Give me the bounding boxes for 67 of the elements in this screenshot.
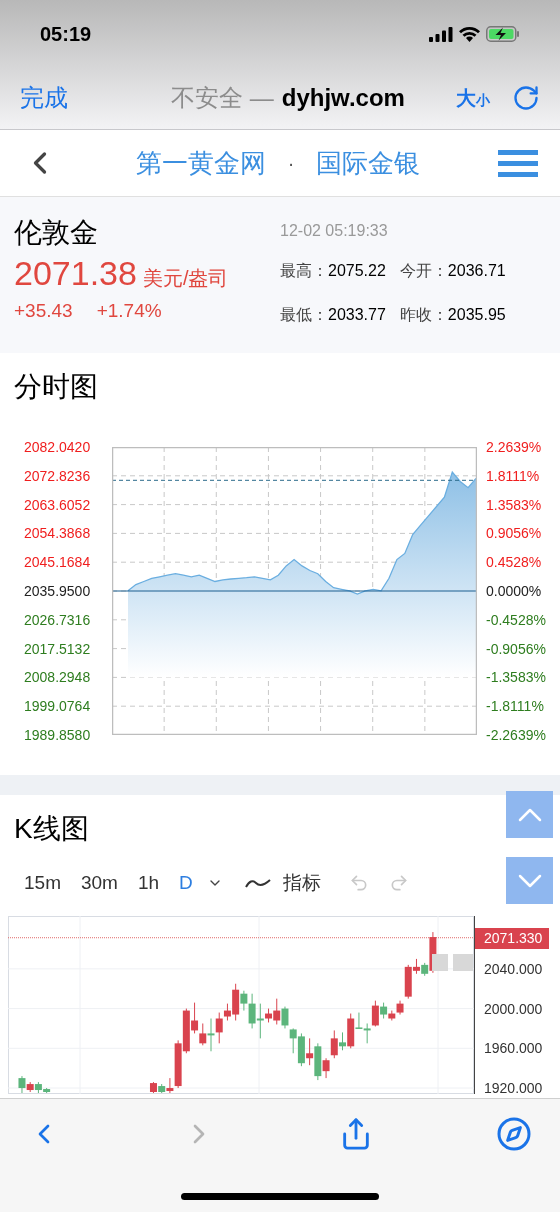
- stat-label: 最低：: [280, 305, 328, 325]
- price-text: 2071.38: [14, 253, 137, 293]
- interval-tab[interactable]: D: [179, 868, 193, 898]
- percent-axis-label: 0.0000%: [486, 582, 542, 600]
- reload-icon[interactable]: [512, 83, 540, 112]
- nav-separator: ·: [287, 151, 295, 176]
- price-axis-label: 2017.5132: [24, 639, 91, 658]
- status-time: 05:19: [40, 22, 92, 47]
- percent-axis-label: -0.9056%: [486, 639, 546, 658]
- percent-axis-label: -1.3583%: [486, 668, 546, 687]
- percent-axis-label: -1.8111%: [486, 697, 544, 716]
- menu-icon[interactable]: [498, 149, 538, 177]
- scroll-down-button[interactable]: [506, 857, 553, 904]
- wave-icon[interactable]: [244, 877, 271, 889]
- site-link[interactable]: 第一黄金网: [135, 143, 266, 183]
- done-button[interactable]: 完成: [20, 79, 130, 116]
- percent-axis-label: 0.9056%: [486, 524, 542, 543]
- percent-axis-label: 2.2639%: [486, 438, 542, 456]
- last-price-tag: 2071.330: [475, 928, 549, 949]
- section-title: K线图: [14, 812, 89, 846]
- section-title: 分时图: [14, 370, 98, 404]
- text-size-button[interactable]: 大小: [456, 82, 490, 113]
- section-link[interactable]: 国际金银: [316, 143, 421, 183]
- indicator-button[interactable]: 指标: [282, 868, 321, 898]
- price-axis-label: 1999.0764: [24, 697, 91, 716]
- interval-tab[interactable]: 1h: [137, 868, 160, 898]
- chart-handle-icon[interactable]: [432, 954, 448, 971]
- stat-label: 今开：: [399, 261, 448, 281]
- instrument-name: 伦敦金: [14, 216, 98, 250]
- stat-value: 2075.22: [328, 261, 386, 281]
- stat-label: 最高：: [280, 261, 328, 281]
- interval-tab[interactable]: 15m: [24, 868, 61, 898]
- scroll-up-button[interactable]: [506, 791, 553, 838]
- stat-label: 昨收：: [399, 305, 448, 325]
- price-axis-label: 2082.0420: [24, 438, 91, 456]
- price-axis-label: 2026.7316: [24, 610, 91, 629]
- price-axis-label: 1989.8580: [24, 725, 91, 744]
- security-label: 不安全 —: [171, 82, 274, 113]
- percent-axis-label: 1.8111%: [486, 466, 540, 485]
- change-text: +35.43: [14, 299, 73, 323]
- price-axis-label: 1920.000: [484, 1079, 543, 1094]
- battery-charging-icon: [486, 26, 520, 42]
- price-axis-label: 2045.1684: [24, 553, 91, 572]
- wifi-icon: [459, 26, 480, 42]
- price-axis-label: 2040.000: [484, 959, 543, 978]
- quote-time: 12-02 05:19:33: [280, 221, 388, 241]
- stat-value: 2033.77: [328, 305, 386, 325]
- percent-axis-label: -2.2639%: [486, 725, 546, 744]
- stat-value: 2035.95: [447, 305, 506, 325]
- change-percent-text: +1.74%: [96, 299, 162, 323]
- percent-axis-label: -0.4528%: [486, 610, 546, 629]
- price-axis-label: 2008.2948: [24, 668, 91, 687]
- price-axis-label: 2072.8236: [24, 466, 91, 485]
- chart-handle-icon[interactable]: [453, 954, 473, 971]
- price-axis-label: 2063.6052: [24, 495, 91, 514]
- price-axis-label: 1960.000: [484, 1039, 543, 1058]
- compass-icon[interactable]: [496, 1116, 532, 1152]
- interval-tab[interactable]: 30m: [80, 868, 118, 898]
- price-axis-label: 2000.000: [484, 999, 543, 1018]
- price-axis-label: 2035.9500: [24, 582, 91, 600]
- domain-text: dyhjw.com: [281, 82, 405, 113]
- signal-icon: [429, 26, 453, 42]
- stat-value: 2036.71: [447, 261, 506, 281]
- percent-axis-label: 0.4528%: [486, 553, 542, 572]
- percent-axis-label: 1.3583%: [486, 495, 542, 514]
- price-axis-label: 2054.3868: [24, 524, 91, 543]
- unit-text: 美元/盎司: [142, 266, 229, 291]
